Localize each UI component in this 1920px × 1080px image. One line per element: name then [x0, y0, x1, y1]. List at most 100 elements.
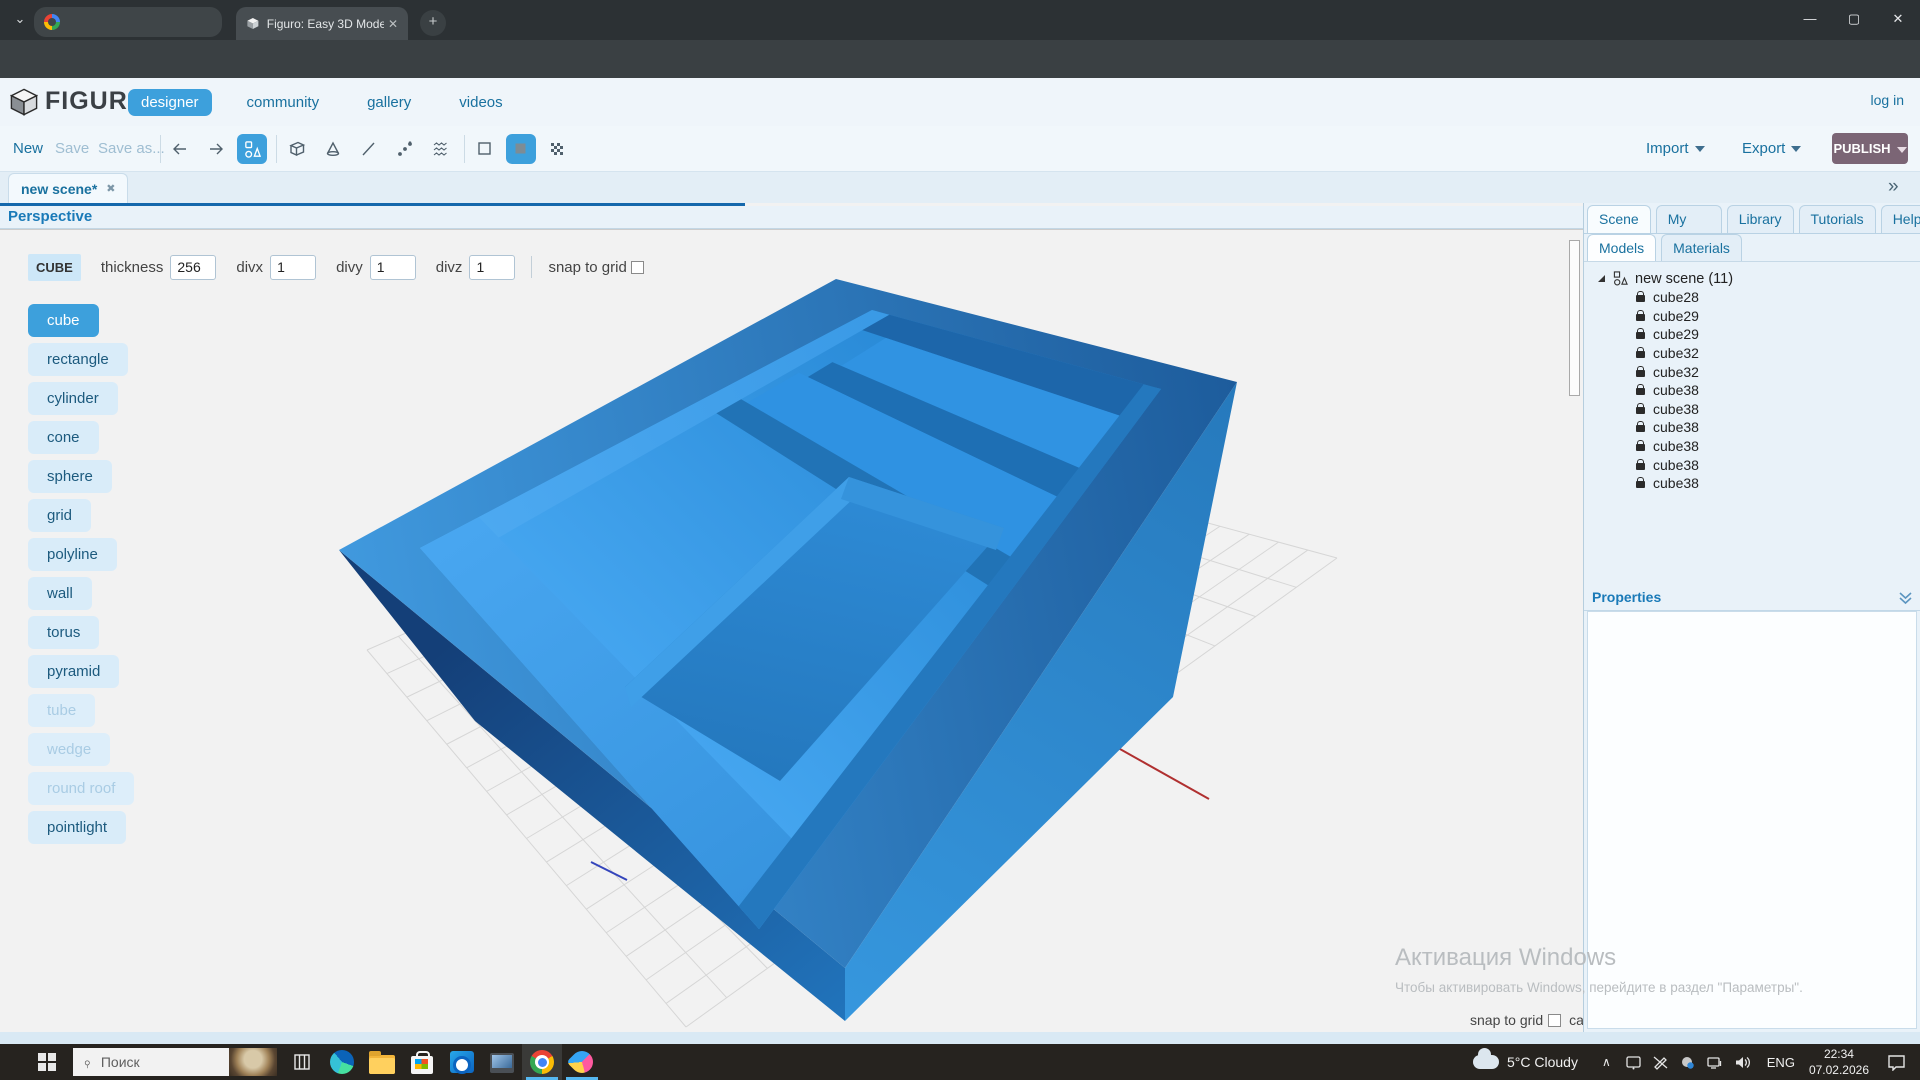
publish-button[interactable]: PUBLISH — [1832, 133, 1908, 164]
doc-tab-close-icon[interactable]: ✖ — [106, 182, 115, 195]
shape-button[interactable]: rectangle — [28, 343, 128, 376]
taskbar-search[interactable]: ⌕ Поиск — [73, 1048, 277, 1076]
chrome-app-button[interactable] — [522, 1044, 562, 1080]
tree-item[interactable]: cube38 — [1628, 437, 1699, 456]
vertices-tool-button[interactable] — [390, 134, 420, 164]
shape-button[interactable]: pyramid — [28, 655, 119, 688]
cast-tray-icon[interactable] — [1625, 1055, 1642, 1070]
shape-button[interactable]: cube — [28, 304, 99, 337]
shape-button[interactable]: round roof — [28, 772, 134, 805]
weather-text[interactable]: 5°C Cloudy — [1507, 1054, 1578, 1070]
field-input[interactable] — [170, 255, 216, 280]
doc-tab-new-scene[interactable]: new scene* ✖ — [8, 173, 128, 203]
shape-button[interactable]: tube — [28, 694, 95, 727]
shape-button[interactable]: grid — [28, 499, 91, 532]
panel-scrollbar[interactable] — [1569, 240, 1580, 396]
panel-tab[interactable]: My Assets — [1656, 205, 1722, 233]
tree-item[interactable]: cube32 — [1628, 362, 1699, 381]
color-drop-app-button[interactable] — [562, 1044, 602, 1080]
save-as-button[interactable]: Save as... — [98, 140, 165, 157]
tree-item[interactable]: cube38 — [1628, 381, 1699, 400]
tab-search-chevron-icon[interactable]: ⌄ — [8, 8, 32, 32]
hatch-tool-button[interactable] — [426, 134, 456, 164]
panel-subtab[interactable]: Models — [1587, 234, 1656, 261]
solid-mode-button[interactable] — [506, 134, 536, 164]
notification-center-icon[interactable] — [1887, 1054, 1906, 1071]
tree-item[interactable]: cube38 — [1628, 455, 1699, 474]
tree-item[interactable]: cube32 — [1628, 344, 1699, 363]
tab-close-icon[interactable]: ✕ — [388, 17, 398, 31]
weather-cloud-icon[interactable] — [1473, 1055, 1499, 1069]
field-input[interactable] — [270, 255, 316, 280]
pool-model[interactable] — [339, 279, 1237, 1021]
panel-subtab[interactable]: Materials — [1661, 234, 1742, 261]
tray-overflow-chevron-icon[interactable]: ∧ — [1602, 1055, 1611, 1069]
panel-tab[interactable]: Help — [1881, 205, 1920, 233]
shape-button[interactable]: wedge — [28, 733, 110, 766]
scene-tree-root[interactable]: new scene (11) — [1598, 269, 1733, 288]
tree-item[interactable]: cube29 — [1628, 325, 1699, 344]
taskbar-clock[interactable]: 22:34 07.02.2026 — [1809, 1046, 1869, 1078]
scene-canvas[interactable] — [0, 230, 1583, 1032]
expand-panel-chevrons-icon[interactable]: » — [1888, 176, 1897, 198]
start-button[interactable] — [38, 1053, 56, 1071]
tree-item[interactable]: cube38 — [1628, 400, 1699, 419]
save-button[interactable]: Save — [55, 140, 89, 157]
window-maximize-button[interactable]: ▢ — [1832, 0, 1876, 38]
shape-button[interactable]: cone — [28, 421, 99, 454]
line-tool-button[interactable] — [354, 134, 384, 164]
shape-button[interactable]: polyline — [28, 538, 117, 571]
select-shapes-button[interactable] — [237, 134, 267, 164]
browser-tab-blank[interactable] — [34, 7, 222, 37]
shape-button[interactable]: cylinder — [28, 382, 118, 415]
undo-button[interactable] — [165, 134, 195, 164]
nav-item[interactable]: community — [234, 89, 333, 116]
import-button[interactable]: Import — [1646, 140, 1705, 157]
tree-item[interactable]: cube38 — [1628, 474, 1699, 493]
tree-expander-icon[interactable] — [1598, 275, 1605, 282]
shape-button[interactable]: pointlight — [28, 811, 126, 844]
photos-app-button[interactable] — [482, 1044, 522, 1080]
new-button[interactable]: New — [13, 140, 43, 157]
tree-item[interactable]: cube28 — [1628, 288, 1699, 307]
textured-mode-button[interactable] — [542, 134, 572, 164]
nav-item[interactable]: videos — [446, 89, 515, 116]
browser-tab-figuro[interactable]: Figuro: Easy 3D Modeling Onlin ✕ — [236, 7, 408, 40]
field-input[interactable] — [370, 255, 416, 280]
viewport-3d[interactable]: CUBE thickness divx divy — [0, 229, 1583, 1032]
shape-button[interactable]: sphere — [28, 460, 112, 493]
shape-button[interactable]: torus — [28, 616, 99, 649]
tree-item[interactable]: cube38 — [1628, 418, 1699, 437]
collapse-chevrons-icon[interactable] — [1898, 592, 1913, 605]
field-input[interactable] — [469, 255, 515, 280]
snap-to-grid-checkbox[interactable] — [631, 261, 644, 274]
login-link[interactable]: log in — [1871, 92, 1904, 108]
store-app-button[interactable] — [402, 1044, 442, 1080]
wireframe-mode-button[interactable] — [470, 134, 500, 164]
panel-tab[interactable]: Scene — [1587, 205, 1651, 233]
edge-app-button[interactable] — [322, 1044, 362, 1080]
search-highlight-image[interactable] — [229, 1048, 277, 1076]
snap-to-grid-bottom-chec kbox[interactable] — [1548, 1014, 1561, 1027]
export-button[interactable]: Export — [1742, 140, 1801, 157]
window-close-button[interactable]: ✕ — [1876, 0, 1920, 38]
volume-tray-icon[interactable] — [1734, 1055, 1751, 1070]
panel-tab[interactable]: Library — [1727, 205, 1794, 233]
pen-disabled-tray-icon[interactable] — [1652, 1055, 1669, 1070]
nav-item[interactable]: gallery — [354, 89, 424, 116]
file-explorer-button[interactable] — [362, 1044, 402, 1080]
properties-header[interactable]: Properties — [1584, 585, 1920, 611]
cube-tool-button[interactable] — [282, 134, 312, 164]
window-minimize-button[interactable]: — — [1788, 0, 1832, 38]
outlook-app-button[interactable] — [442, 1044, 482, 1080]
tree-item[interactable]: cube29 — [1628, 307, 1699, 326]
new-tab-button[interactable]: + — [420, 10, 446, 36]
redo-button[interactable] — [201, 134, 231, 164]
language-indicator[interactable]: ENG — [1767, 1055, 1795, 1070]
color-profile-tray-icon[interactable] — [1679, 1055, 1696, 1070]
cone-tool-button[interactable] — [318, 134, 348, 164]
nav-item[interactable]: designer — [128, 89, 212, 116]
shape-button[interactable]: wall — [28, 577, 92, 610]
task-view-button[interactable] — [282, 1044, 322, 1080]
network-tray-icon[interactable] — [1706, 1055, 1724, 1070]
